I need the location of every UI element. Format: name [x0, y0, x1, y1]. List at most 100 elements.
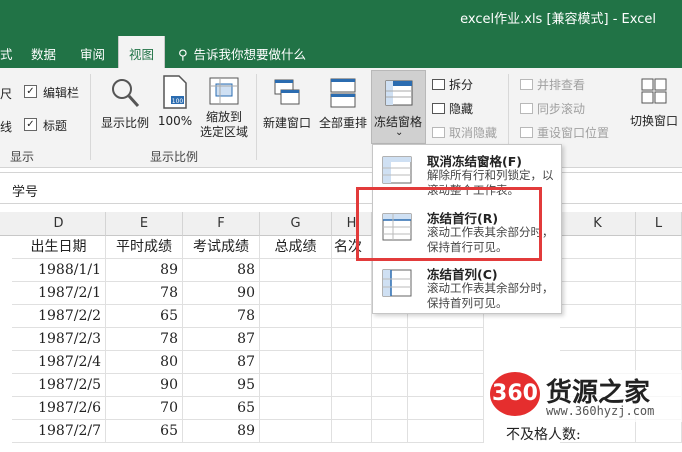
- table-cell[interactable]: 1987/2/7: [12, 420, 106, 443]
- column-header-g[interactable]: G: [260, 212, 332, 236]
- table-cell[interactable]: 87: [183, 351, 260, 374]
- empty-cell[interactable]: [408, 420, 484, 443]
- tab-review[interactable]: 审阅: [80, 44, 105, 63]
- table-cell[interactable]: 1987/2/3: [12, 328, 106, 351]
- header-cell-total-score[interactable]: 总成绩: [260, 236, 332, 259]
- column-header-k[interactable]: K: [560, 212, 636, 236]
- table-cell[interactable]: 87: [183, 328, 260, 351]
- empty-cell[interactable]: [560, 236, 636, 259]
- reset-position-button[interactable]: 重设窗口位置: [520, 124, 609, 141]
- empty-cell[interactable]: [372, 374, 408, 397]
- freeze-first-column-item[interactable]: 冻结首列(C) 滚动工作表其余部分时，保持首列可见。: [373, 258, 561, 314]
- empty-cell[interactable]: [372, 328, 408, 351]
- empty-cell[interactable]: [260, 420, 332, 443]
- empty-cell[interactable]: [372, 420, 408, 443]
- split-button[interactable]: 拆分: [432, 76, 473, 93]
- empty-cell[interactable]: [332, 420, 372, 443]
- new-window-button[interactable]: 新建窗口: [258, 76, 316, 131]
- table-cell[interactable]: 88: [183, 259, 260, 282]
- empty-cell[interactable]: [332, 351, 372, 374]
- table-cell[interactable]: 65: [183, 397, 260, 420]
- empty-cell[interactable]: [636, 420, 682, 443]
- empty-cell[interactable]: [636, 282, 682, 305]
- header-cell-birthdate[interactable]: 出生日期: [12, 236, 106, 259]
- tell-me-box[interactable]: ⚲ 告诉我你想要做什么: [178, 44, 306, 63]
- side-by-side-button[interactable]: 并排查看: [520, 76, 585, 93]
- tab-view[interactable]: 视图: [118, 36, 166, 68]
- hide-button[interactable]: 隐藏: [432, 100, 473, 117]
- table-cell[interactable]: 70: [106, 397, 183, 420]
- empty-cell[interactable]: [332, 328, 372, 351]
- column-header-f[interactable]: F: [183, 212, 260, 236]
- empty-cell[interactable]: [260, 305, 332, 328]
- empty-cell[interactable]: [636, 236, 682, 259]
- table-cell[interactable]: 1987/2/2: [12, 305, 106, 328]
- arrange-all-icon: [330, 78, 356, 108]
- zoom-to-selection-button[interactable]: 缩放到 选定区域: [196, 76, 252, 140]
- table-cell[interactable]: 65: [106, 420, 183, 443]
- unhide-button[interactable]: 取消隐藏: [432, 124, 497, 141]
- empty-cell[interactable]: [260, 328, 332, 351]
- table-cell[interactable]: 78: [106, 282, 183, 305]
- table-cell[interactable]: 95: [183, 374, 260, 397]
- empty-cell[interactable]: [408, 374, 484, 397]
- formula-bar[interactable]: 学号: [0, 172, 682, 204]
- empty-cell[interactable]: [560, 282, 636, 305]
- headings-checkbox[interactable]: ✓: [24, 118, 37, 131]
- column-header-d[interactable]: D: [12, 212, 106, 236]
- table-cell[interactable]: 90: [183, 282, 260, 305]
- empty-cell[interactable]: [260, 282, 332, 305]
- empty-cell[interactable]: [408, 351, 484, 374]
- window-title: excel作业.xls [兼容模式] - Excel: [460, 12, 656, 27]
- empty-cell[interactable]: [560, 328, 636, 351]
- empty-cell[interactable]: [260, 374, 332, 397]
- empty-cell[interactable]: [260, 397, 332, 420]
- split-icon: [432, 79, 445, 90]
- empty-cell[interactable]: [636, 259, 682, 282]
- tab-formulas[interactable]: 式: [0, 44, 13, 63]
- empty-cell[interactable]: [332, 374, 372, 397]
- table-cell[interactable]: 89: [106, 259, 183, 282]
- empty-cell[interactable]: [372, 397, 408, 420]
- header-cell-usual-score[interactable]: 平时成绩: [106, 236, 183, 259]
- table-cell[interactable]: 1987/2/6: [12, 397, 106, 420]
- empty-cell[interactable]: [636, 328, 682, 351]
- table-cell[interactable]: 78: [183, 305, 260, 328]
- formula-bar-checkbox[interactable]: ✓: [24, 85, 37, 98]
- zoom-button[interactable]: 显示比例: [97, 76, 153, 131]
- table-cell[interactable]: 1987/2/4: [12, 351, 106, 374]
- table-cell[interactable]: 89: [183, 420, 260, 443]
- sync-scroll-button[interactable]: 同步滚动: [520, 100, 585, 117]
- logo-badge: 360: [490, 372, 540, 416]
- table-cell[interactable]: 78: [106, 328, 183, 351]
- table-cell[interactable]: 1987/2/1: [12, 282, 106, 305]
- table-cell[interactable]: 65: [106, 305, 183, 328]
- empty-cell[interactable]: [560, 259, 636, 282]
- column-header-l[interactable]: L: [636, 212, 682, 236]
- table-cell[interactable]: 1987/2/5: [12, 374, 106, 397]
- empty-cell[interactable]: [560, 305, 636, 328]
- empty-cell[interactable]: [332, 397, 372, 420]
- switch-windows-button[interactable]: 切换窗口: [626, 76, 682, 129]
- zoom-100-button[interactable]: 100 100%: [156, 74, 194, 128]
- freeze-panes-button[interactable]: 冻结窗格 ⌄: [371, 70, 426, 144]
- arrange-all-button[interactable]: 全部重排: [316, 76, 370, 131]
- table-cell[interactable]: 90: [106, 374, 183, 397]
- empty-cell[interactable]: [260, 259, 332, 282]
- empty-cell[interactable]: [332, 259, 372, 282]
- empty-cell[interactable]: [372, 351, 408, 374]
- table-cell[interactable]: 80: [106, 351, 183, 374]
- tab-data[interactable]: 数据: [31, 44, 56, 63]
- table-cell[interactable]: 1988/1/1: [12, 259, 106, 282]
- column-header-e[interactable]: E: [106, 212, 183, 236]
- empty-cell[interactable]: [408, 397, 484, 420]
- switch-windows-icon: [641, 78, 667, 104]
- empty-cell[interactable]: [636, 305, 682, 328]
- unfreeze-icon: [382, 156, 412, 184]
- empty-cell[interactable]: [332, 305, 372, 328]
- empty-cell[interactable]: [408, 328, 484, 351]
- header-cell-exam-score[interactable]: 考试成绩: [183, 236, 260, 259]
- sync-scroll-label: 同步滚动: [537, 102, 586, 116]
- empty-cell[interactable]: [332, 282, 372, 305]
- empty-cell[interactable]: [260, 351, 332, 374]
